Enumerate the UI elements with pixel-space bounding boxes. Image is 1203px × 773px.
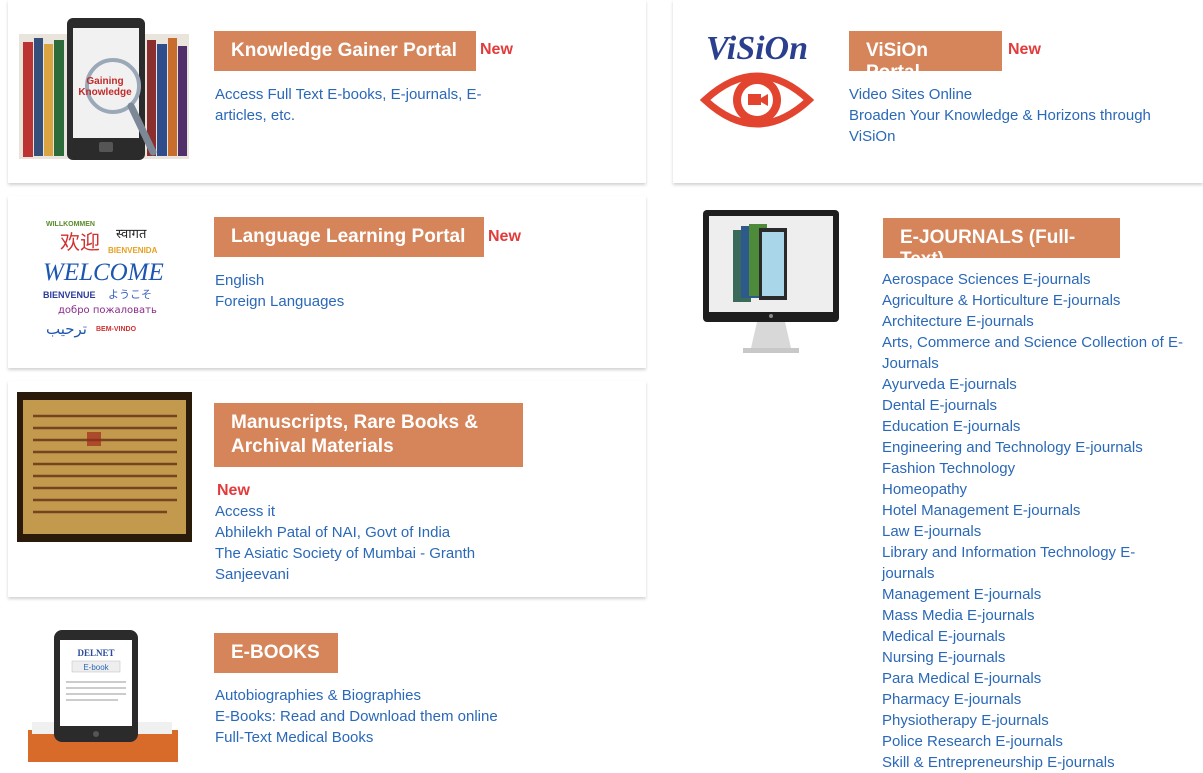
link-ebooks-read-download[interactable]: E-Books: Read and Download them online — [215, 706, 545, 727]
link-full-text-medical-books[interactable]: Full-Text Medical Books — [215, 727, 545, 748]
link-police-research[interactable]: Police Research E-journals — [882, 731, 1187, 752]
vision-logo[interactable]: ViSiOn — [687, 14, 827, 164]
knowledge-gainer-thumbnail[interactable]: Gaining Knowledge — [19, 14, 189, 164]
link-video-sites-online[interactable]: Video Sites Online — [849, 84, 1179, 105]
manuscripts-card: Manuscripts, Rare Books & Archival Mater… — [8, 381, 646, 597]
language-learning-title[interactable]: Language Learning Portal — [214, 217, 484, 257]
link-mass-media[interactable]: Mass Media E-journals — [882, 605, 1187, 626]
link-arts-commerce-science[interactable]: Arts, Commerce and Science Collection of… — [882, 332, 1187, 374]
link-skill-entrepreneurship[interactable]: Skill & Entrepreneurship E-journals — [882, 752, 1187, 773]
link-law[interactable]: Law E-journals — [882, 521, 1187, 542]
ebooks-thumbnail[interactable]: DELNET E-book — [28, 626, 178, 762]
link-management[interactable]: Management E-journals — [882, 584, 1187, 605]
thumb-word-bemvindo: BEM-VINDO — [96, 326, 137, 333]
link-abhilekh-patal[interactable]: Abhilekh Patal of NAI, Govt of India — [215, 522, 505, 543]
thumb-delnet-text: DELNET — [77, 648, 114, 658]
vision-title[interactable]: ViSiOn Portal — [849, 31, 1002, 83]
knowledge-gainer-card: Gaining Knowledge Knowledge Gainer Porta… — [8, 0, 646, 183]
thumb-gaining-text: Gaining — [86, 76, 123, 87]
link-education[interactable]: Education E-journals — [882, 416, 1187, 437]
thumb-ebook-text: E-book — [83, 663, 109, 672]
knowledge-gainer-new-tag: New — [480, 41, 513, 58]
knowledge-gainer-title[interactable]: Knowledge Gainer Portal — [214, 31, 476, 71]
thumb-knowledge-text: Knowledge — [78, 87, 132, 98]
vision-links: Video Sites Online Broaden Your Knowledg… — [849, 84, 1179, 147]
link-fashion[interactable]: Fashion Technology — [882, 458, 1187, 479]
link-granth-sanjeevani[interactable]: The Asiatic Society of Mumbai - Granth S… — [215, 543, 505, 585]
link-access-it[interactable]: Access it — [215, 501, 505, 522]
thumb-word-willkommen: WILLKOMMEN — [46, 221, 95, 228]
thumb-word-bienvenida: BIENVENIDA — [108, 246, 158, 255]
language-learning-new-tag: New — [488, 228, 521, 245]
language-learning-card: WILLKOMMEN स्वागत 欢迎 BIENVENIDA WELCOME … — [8, 196, 646, 368]
manuscripts-thumbnail[interactable] — [17, 392, 192, 542]
language-learning-thumbnail[interactable]: WILLKOMMEN स्वागत 欢迎 BIENVENIDA WELCOME … — [38, 214, 178, 344]
ebooks-links: Autobiographies & Biographies E-Books: R… — [215, 685, 545, 748]
link-pharmacy[interactable]: Pharmacy E-journals — [882, 689, 1187, 710]
ejournals-card: E-JOURNALS (Full-Text) Aerospace Science… — [673, 196, 1203, 771]
thumb-word-tarhib: ترحيب — [46, 320, 87, 338]
thumb-word-youkoso: ようこそ — [108, 288, 152, 301]
link-architecture[interactable]: Architecture E-journals — [882, 311, 1187, 332]
link-broaden-knowledge[interactable]: Broaden Your Knowledge & Horizons throug… — [849, 105, 1179, 147]
link-dental[interactable]: Dental E-journals — [882, 395, 1187, 416]
thumb-word-welcome: WELCOME — [43, 259, 164, 286]
link-physiotherapy[interactable]: Physiotherapy E-journals — [882, 710, 1187, 731]
link-agriculture[interactable]: Agriculture & Horticulture E-journals — [882, 290, 1187, 311]
ebooks-card: DELNET E-book E-BOOKS Autobiographies & … — [8, 610, 646, 762]
thumb-word-swagat: स्वागत — [116, 227, 147, 242]
link-hotel-management[interactable]: Hotel Management E-journals — [882, 500, 1187, 521]
vision-logo-text: ViSiOn — [706, 30, 808, 67]
link-english[interactable]: English — [215, 270, 515, 291]
link-library-it[interactable]: Library and Information Technology E-jou… — [882, 542, 1187, 584]
link-autobiographies[interactable]: Autobiographies & Biographies — [215, 685, 545, 706]
link-aerospace[interactable]: Aerospace Sciences E-journals — [882, 269, 1187, 290]
thumb-word-dobro: добро пожаловать — [58, 305, 157, 316]
link-nursing[interactable]: Nursing E-journals — [882, 647, 1187, 668]
manuscripts-title[interactable]: Manuscripts, Rare Books & Archival Mater… — [214, 403, 523, 467]
manuscripts-links: Access it Abhilekh Patal of NAI, Govt of… — [215, 501, 505, 585]
language-learning-links: English Foreign Languages — [215, 270, 515, 312]
link-engineering[interactable]: Engineering and Technology E-journals — [882, 437, 1187, 458]
ejournals-thumbnail[interactable] — [703, 210, 839, 355]
thumb-word-huanying: 欢迎 — [60, 230, 100, 254]
link-ayurveda[interactable]: Ayurveda E-journals — [882, 374, 1187, 395]
link-access-full-text[interactable]: Access Full Text E-books, E-journals, E-… — [215, 84, 515, 126]
manuscripts-new-tag: New — [217, 482, 250, 499]
link-medical[interactable]: Medical E-journals — [882, 626, 1187, 647]
ebooks-title[interactable]: E-BOOKS — [214, 633, 338, 673]
link-foreign-languages[interactable]: Foreign Languages — [215, 291, 515, 312]
knowledge-gainer-links: Access Full Text E-books, E-journals, E-… — [215, 84, 515, 126]
link-homeopathy[interactable]: Homeopathy — [882, 479, 1187, 500]
ejournals-title[interactable]: E-JOURNALS (Full-Text) — [883, 218, 1120, 270]
vision-card: ViSiOn ViSiOn Portal New Video Sites Onl… — [673, 0, 1203, 183]
vision-new-tag: New — [1008, 41, 1041, 58]
link-para-medical[interactable]: Para Medical E-journals — [882, 668, 1187, 689]
ejournals-links: Aerospace Sciences E-journals Agricultur… — [882, 269, 1187, 773]
thumb-word-bienvenue: BIENVENUE — [43, 290, 96, 300]
